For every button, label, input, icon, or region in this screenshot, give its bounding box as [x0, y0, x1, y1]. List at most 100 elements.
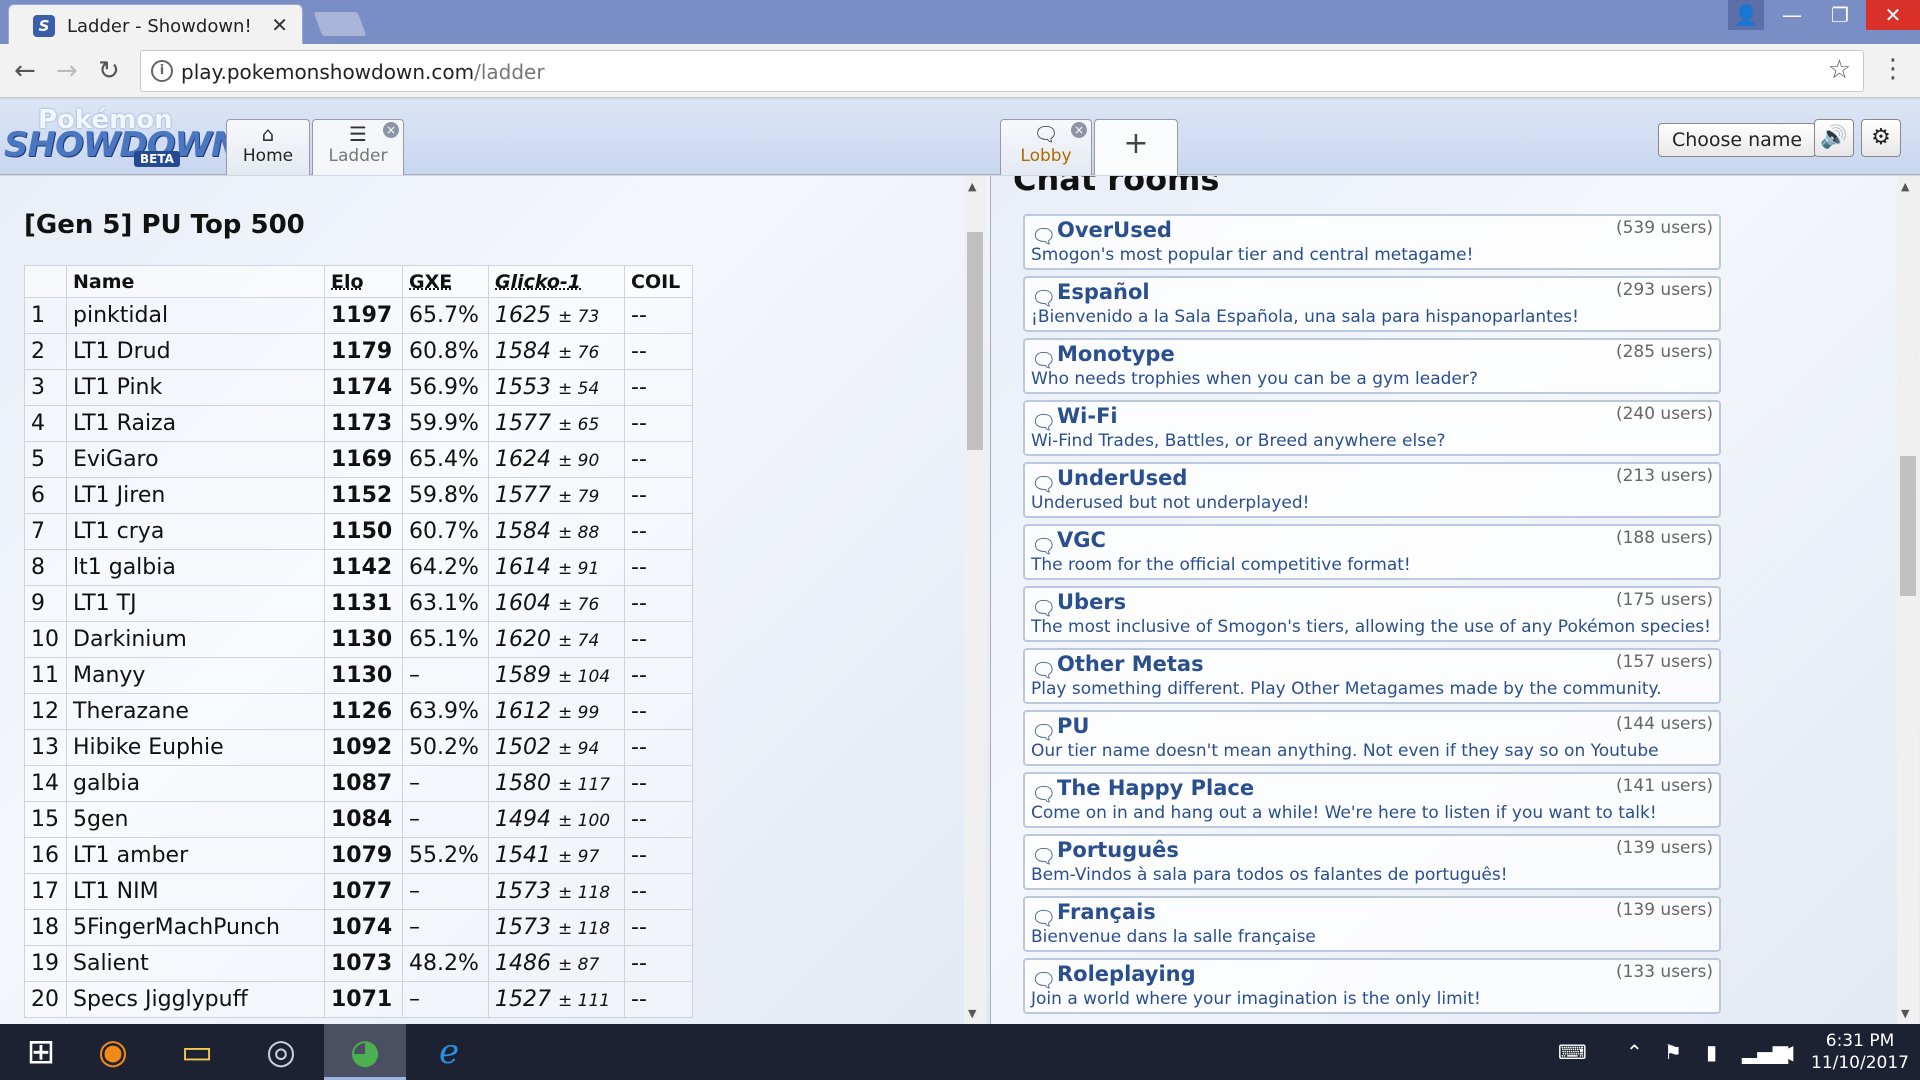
- sound-button[interactable]: 🔊: [1814, 119, 1854, 157]
- ladder-username[interactable]: LT1 Drud: [66, 333, 325, 370]
- start-button[interactable]: ⊞: [0, 1024, 82, 1080]
- ladder-username[interactable]: EviGaro: [66, 441, 325, 478]
- glicko-deviation: ± 65: [558, 415, 600, 435]
- taskbar-steam[interactable]: ◎: [240, 1024, 322, 1080]
- ladder-username[interactable]: 5gen: [66, 801, 325, 838]
- forward-arrow-icon[interactable]: →: [56, 56, 78, 86]
- ladder-username[interactable]: LT1 Pink: [66, 369, 325, 406]
- browser-menu-icon[interactable]: ⋮: [1880, 54, 1906, 84]
- showdown-logo[interactable]: Pokémon SHOWDOWN BETA: [4, 103, 239, 169]
- scroll-down-icon[interactable]: ▼: [968, 1007, 976, 1020]
- room-card[interactable]: 🗨 OverUsed (539 users) Smogon's most popula…: [1023, 214, 1721, 270]
- room-card[interactable]: 🗨 VGC (188 users) The room for the official…: [1023, 524, 1721, 580]
- bookmark-star-icon[interactable]: ☆: [1828, 55, 1851, 85]
- ladder-username[interactable]: LT1 Jiren: [66, 477, 325, 514]
- tab-close-icon[interactable]: ✕: [271, 13, 288, 37]
- room-name[interactable]: Roleplaying: [1057, 962, 1196, 986]
- room-name[interactable]: UnderUsed: [1057, 466, 1187, 490]
- room-card[interactable]: 🗨 Other Metas (157 users) Play something di…: [1023, 648, 1721, 704]
- room-name[interactable]: Español: [1057, 280, 1150, 304]
- system-clock[interactable]: 6:31 PM 11/10/2017: [1800, 1030, 1920, 1074]
- ladder-username[interactable]: LT1 amber: [66, 837, 325, 874]
- ladder-username[interactable]: LT1 crya: [66, 513, 325, 550]
- room-name[interactable]: Other Metas: [1057, 652, 1204, 676]
- tab-home[interactable]: ⌂ Home: [226, 119, 310, 175]
- browser-tab[interactable]: S Ladder - Showdown! ✕: [8, 4, 303, 44]
- ladder-rank: 1: [24, 297, 67, 334]
- lobby-close-icon[interactable]: ×: [1071, 122, 1087, 138]
- room-card[interactable]: 🗨 The Happy Place (141 users) Come on in an…: [1023, 772, 1721, 828]
- ladder-username[interactable]: LT1 Raiza: [66, 405, 325, 442]
- url-input[interactable]: i play.pokemonshowdown.com/ladder ☆: [140, 50, 1864, 92]
- room-name[interactable]: Português: [1057, 838, 1179, 862]
- rooms-scrollbar[interactable]: ▲ ▼: [1897, 176, 1919, 1024]
- minimize-button[interactable]: —: [1770, 0, 1814, 30]
- maximize-button[interactable]: ❐: [1818, 0, 1862, 30]
- room-card[interactable]: 🗨 Monotype (285 users) Who needs trophies w…: [1023, 338, 1721, 394]
- ladder-username[interactable]: Therazane: [66, 693, 325, 730]
- new-room-tab[interactable]: +: [1094, 119, 1178, 175]
- tab-lobby[interactable]: × 🗨 Lobby: [1000, 119, 1092, 175]
- room-card[interactable]: 🗨 Roleplaying (133 users) Join a world wher…: [1023, 958, 1721, 1014]
- room-name[interactable]: Wi-Fi: [1057, 404, 1118, 428]
- room-card[interactable]: 🗨 Wi-Fi (240 users) Wi-Find Trades, Battles…: [1023, 400, 1721, 456]
- ladder-username[interactable]: LT1 NIM: [66, 873, 325, 910]
- room-card[interactable]: 🗨 Español (293 users) ¡Bienvenido a la Sala…: [1023, 276, 1721, 332]
- choose-name-button[interactable]: Choose name: [1658, 123, 1816, 157]
- room-name[interactable]: VGC: [1057, 528, 1106, 552]
- ladder-scrollbar[interactable]: ▲ ▼: [964, 176, 986, 1024]
- tab-ladder[interactable]: × ☰ Ladder: [312, 119, 404, 175]
- show-hidden-icons-icon[interactable]: ⌃: [1626, 1040, 1643, 1064]
- action-center-flag-icon[interactable]: ⚑: [1664, 1040, 1682, 1064]
- room-card[interactable]: 🗨 Français (139 users) Bienvenue dans la sa…: [1023, 896, 1721, 952]
- room-name[interactable]: PU: [1057, 714, 1089, 738]
- ladder-username[interactable]: LT1 TJ: [66, 585, 325, 622]
- room-card[interactable]: 🗨 PU (144 users) Our tier name doesn't mean…: [1023, 710, 1721, 766]
- volume-icon[interactable]: ◀: [1778, 1040, 1793, 1064]
- scroll-up-icon[interactable]: ▲: [1901, 180, 1909, 193]
- firefox-icon: ◉: [98, 1032, 128, 1072]
- scroll-down-icon[interactable]: ▼: [1901, 1007, 1909, 1020]
- ladder-close-icon[interactable]: ×: [383, 122, 399, 138]
- rooms-scroll-thumb[interactable]: [1900, 456, 1916, 596]
- col-gxe[interactable]: GXE: [402, 265, 489, 298]
- reload-icon[interactable]: ↻: [98, 56, 120, 86]
- taskbar-file-explorer[interactable]: ▭: [156, 1024, 238, 1080]
- taskbar-internet-explorer[interactable]: ℯ: [408, 1024, 490, 1080]
- ladder-username[interactable]: galbia: [66, 765, 325, 802]
- ladder-username[interactable]: Specs Jigglypuff: [66, 981, 325, 1018]
- back-arrow-icon[interactable]: ←: [14, 56, 36, 86]
- room-name[interactable]: Ubers: [1057, 590, 1126, 614]
- ladder-username[interactable]: lt1 galbia: [66, 549, 325, 586]
- ladder-coil: --: [624, 477, 693, 514]
- col-elo[interactable]: Elo: [324, 265, 403, 298]
- room-card[interactable]: 🗨 Ubers (175 users) The most inclusive of S…: [1023, 586, 1721, 642]
- room-card[interactable]: 🗨 UnderUsed (213 users) Underused but not u…: [1023, 462, 1721, 518]
- ladder-scroll-thumb[interactable]: [967, 232, 983, 450]
- room-name[interactable]: Monotype: [1057, 342, 1175, 366]
- scroll-up-icon[interactable]: ▲: [968, 180, 976, 193]
- user-profile-icon[interactable]: 👤: [1728, 0, 1764, 30]
- ladder-username[interactable]: Salient: [66, 945, 325, 982]
- ladder-username[interactable]: Hibike Euphie: [66, 729, 325, 766]
- ladder-username[interactable]: 5FingerMachPunch: [66, 909, 325, 946]
- ladder-pane: [Gen 5] PU Top 500 Name Elo GXE Glicko-1…: [0, 176, 990, 1024]
- taskbar-chrome[interactable]: ◕: [324, 1024, 406, 1080]
- ladder-gxe: 65.4%: [402, 441, 489, 478]
- info-icon[interactable]: i: [151, 60, 173, 82]
- taskbar-firefox[interactable]: ◉: [72, 1024, 154, 1080]
- new-tab-button[interactable]: [313, 12, 367, 36]
- room-name[interactable]: OverUsed: [1057, 218, 1172, 242]
- window-close-button[interactable]: ✕: [1866, 0, 1920, 30]
- room-name[interactable]: The Happy Place: [1057, 776, 1254, 800]
- battery-icon[interactable]: ▮: [1706, 1040, 1717, 1064]
- room-card[interactable]: 🗨 Português (139 users) Bem-Vindos à sala p…: [1023, 834, 1721, 890]
- keyboard-icon[interactable]: ⌨: [1558, 1040, 1587, 1064]
- rooms-pane: Chat rooms 🗨 OverUsed (539 users) Smogon's …: [990, 176, 1920, 1024]
- ladder-username[interactable]: Manyy: [66, 657, 325, 694]
- room-name[interactable]: Français: [1057, 900, 1156, 924]
- ladder-username[interactable]: Darkinium: [66, 621, 325, 658]
- ladder-username[interactable]: pinktidal: [66, 297, 325, 334]
- col-glicko[interactable]: Glicko-1: [488, 265, 625, 298]
- settings-button[interactable]: ⚙: [1861, 119, 1901, 157]
